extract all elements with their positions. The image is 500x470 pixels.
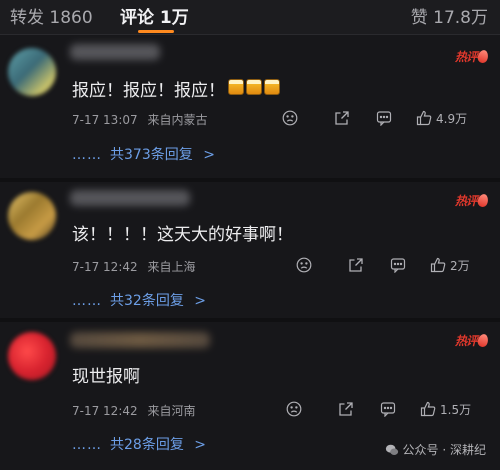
thumbs-up-icon [420, 401, 436, 417]
avatar[interactable] [8, 48, 56, 96]
comment-date: 7-17 12:42 [72, 260, 138, 274]
watermark: 公众号 · 深耕纪 [385, 441, 486, 458]
username-blurred[interactable] [70, 44, 160, 60]
wechat-icon [385, 443, 399, 457]
comment-item: 热评 报应！报应！报应！ 7-17 13:07 来自内蒙古 4.9万 …… 共37… [0, 38, 500, 180]
comment-meta: 7-17 12:42 来自河南 [72, 402, 195, 419]
unhappy-face-icon [296, 257, 312, 273]
reply-count: 共373条回复 [110, 147, 193, 163]
comment-bubble-icon [380, 401, 396, 418]
chevron-right-icon: > [203, 147, 215, 163]
hot-comment-badge: 热评 [455, 48, 490, 65]
view-replies-link[interactable]: …… 共28条回复 > [72, 434, 206, 454]
comment-date: 7-17 12:42 [72, 404, 138, 418]
comment-meta: 7-17 12:42 来自上海 [72, 258, 195, 275]
thumbs-up-icon [416, 110, 432, 126]
like-count: 4.9万 [436, 112, 468, 126]
share-button[interactable] [338, 401, 354, 417]
dislike-button[interactable] [296, 257, 312, 273]
username-blurred[interactable] [70, 332, 210, 348]
flame-icon [476, 192, 490, 209]
like-button[interactable]: 2万 [430, 257, 470, 274]
flame-icon [476, 332, 490, 349]
hot-comment-badge: 热评 [455, 332, 490, 349]
reply-button[interactable] [376, 110, 392, 127]
tab-likes[interactable]: 赞 17.8万 [411, 3, 488, 28]
comment-bubble-icon [376, 110, 392, 127]
share-button[interactable] [334, 110, 350, 126]
unhappy-face-icon [286, 401, 302, 417]
unhappy-face-icon [282, 110, 298, 126]
chevron-right-icon: > [194, 437, 207, 453]
reply-button[interactable] [390, 257, 406, 274]
comment-actions: 2万 [296, 257, 492, 275]
comment-text: 该！！！！这天大的好事啊！ [72, 225, 293, 245]
comment-location: 来自上海 [147, 260, 196, 274]
active-tab-indicator [138, 30, 174, 33]
reply-count: 共28条回复 [110, 437, 184, 453]
comment-text: 现世报啊 [72, 367, 140, 387]
like-button[interactable]: 4.9万 [416, 110, 467, 127]
comment-item: 热评 该！！！！这天大的好事啊！ 7-17 12:42 来自上海 2万 …… 共3… [0, 182, 500, 324]
like-button[interactable]: 1.5万 [420, 401, 471, 418]
view-replies-link[interactable]: …… 共32条回复 > [72, 290, 206, 310]
avatar[interactable] [8, 332, 56, 380]
thumbs-up-icon [430, 257, 446, 273]
tab-comments[interactable]: 评论 1万 [120, 3, 189, 28]
dislike-button[interactable] [282, 110, 298, 126]
comment-date: 7-17 13:07 [72, 113, 138, 127]
share-icon [334, 110, 350, 126]
avatar[interactable] [8, 192, 56, 240]
comment-actions: 4.9万 [282, 110, 492, 128]
chevron-right-icon: > [194, 293, 207, 309]
share-button[interactable] [348, 257, 364, 273]
like-count: 2万 [450, 259, 470, 273]
comment-location: 来自河南 [147, 404, 196, 418]
view-replies-link[interactable]: …… 共373条回复 > [72, 144, 215, 164]
hot-comment-badge: 热评 [455, 192, 490, 209]
comment-actions: 1.5万 [286, 401, 492, 419]
comment-location: 来自内蒙古 [147, 113, 208, 127]
share-icon [338, 401, 354, 417]
like-count: 1.5万 [440, 403, 472, 417]
comment-tab-bar: 转发 1860 评论 1万 赞 17.8万 [0, 0, 500, 35]
beer-cheers-icon [228, 79, 282, 99]
reply-button[interactable] [380, 401, 396, 418]
comment-text: 报应！报应！报应！ [72, 76, 282, 101]
comment-bubble-icon [390, 257, 406, 274]
flame-icon [476, 48, 490, 65]
username-blurred[interactable] [70, 190, 190, 206]
tab-repost[interactable]: 转发 1860 [10, 3, 93, 28]
share-icon [348, 257, 364, 273]
comment-meta: 7-17 13:07 来自内蒙古 [72, 111, 207, 128]
dislike-button[interactable] [286, 401, 302, 417]
reply-count: 共32条回复 [110, 293, 184, 309]
